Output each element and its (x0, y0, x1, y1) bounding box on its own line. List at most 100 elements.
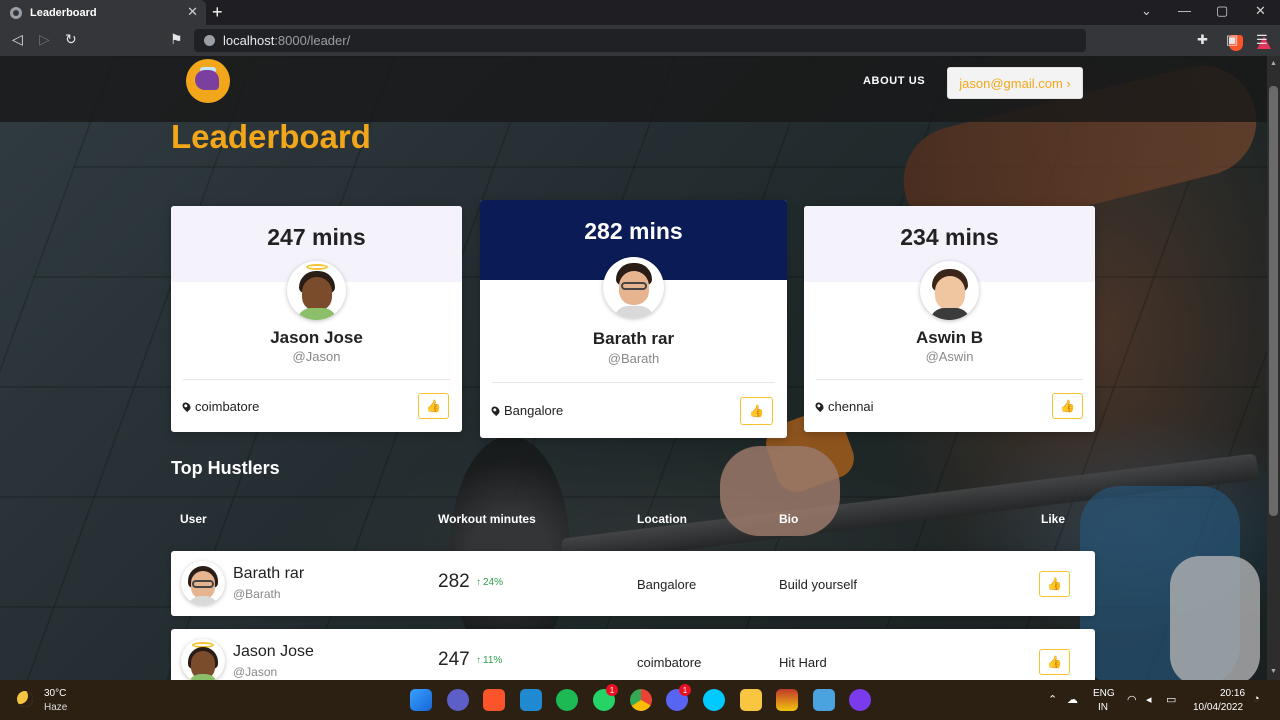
onedrive-icon[interactable]: ☁ (1067, 693, 1078, 706)
trend-up-icon: ↑ (476, 655, 481, 666)
halo-icon (305, 264, 328, 270)
card-name: Barath rar (592, 329, 675, 348)
card-location-label: Bangalore (504, 403, 564, 418)
row-handle: @Jason (233, 665, 278, 679)
language-region[interactable]: IN (1098, 702, 1108, 713)
column-header-user: User (180, 512, 207, 526)
page-viewport: ABOUT US jason@gmail.com › Leaderboard 2… (0, 56, 1267, 680)
site-info-icon[interactable] (204, 35, 215, 46)
vscode-icon[interactable] (520, 689, 542, 711)
github-desktop-icon[interactable] (849, 689, 871, 711)
notepad-icon[interactable] (813, 689, 835, 711)
flexed-arm-icon (195, 70, 219, 90)
spotify-icon[interactable] (556, 689, 578, 711)
like-button[interactable]: 👍 (418, 393, 449, 419)
tab-search-icon[interactable]: ⌄ (1141, 3, 1152, 19)
back-icon[interactable]: ◁ (12, 31, 23, 48)
windows-start-icon[interactable] (410, 689, 432, 711)
glasses-icon (192, 580, 214, 588)
like-button[interactable]: 👍 (1052, 393, 1083, 419)
notifications-icon[interactable]: ◔ (1253, 693, 1260, 705)
avatar-shirt (929, 308, 970, 320)
row-location: Bangalore (637, 577, 697, 592)
language-indicator[interactable]: ENG (1093, 688, 1115, 699)
teams-chat-icon[interactable] (447, 689, 469, 711)
battery-icon[interactable]: ▭ (1166, 693, 1176, 706)
bookmark-icon[interactable]: ⚑ (170, 31, 183, 48)
minimize-button[interactable]: — (1178, 3, 1191, 18)
menu-icon[interactable]: ☰ (1256, 32, 1268, 48)
top-hustlers-heading: Top Hustlers (171, 458, 280, 478)
forward-icon[interactable]: ▷ (39, 31, 50, 48)
address-bar[interactable]: localhost:8000/leader/ (194, 29, 1271, 52)
maximize-button[interactable]: ▢ (1216, 3, 1228, 19)
card-minutes: 234 mins (900, 224, 999, 250)
card-divider (492, 382, 775, 383)
row-minutes: 247 (438, 649, 470, 670)
card-minutes: 282 mins (584, 218, 683, 244)
avatar (181, 639, 225, 680)
about-us-link[interactable]: ABOUT US (863, 75, 925, 87)
chrome-icon[interactable] (630, 689, 652, 711)
table-row: Jason Jose @Jason 247 ↑ 11% coimbatore H… (171, 629, 1095, 680)
browser-tab[interactable]: Leaderboard ✕ (0, 0, 206, 25)
row-trend-value: 11% (483, 655, 503, 666)
scrollbar-thumb[interactable] (1269, 86, 1278, 516)
moon-haze-icon[interactable] (17, 691, 33, 707)
column-header-bio: Bio (779, 512, 799, 526)
column-header-location: Location (637, 512, 687, 526)
thumbs-up-icon: 👍 (749, 404, 764, 418)
wallet-icon[interactable]: ▣ (1226, 32, 1238, 48)
weather-condition[interactable]: Haze (44, 702, 67, 713)
like-button[interactable]: 👍 (1039, 649, 1070, 675)
close-window-button[interactable]: ✕ (1255, 3, 1266, 19)
scroll-down-icon[interactable]: ▼ (1270, 668, 1277, 675)
weather-temperature[interactable]: 30°C (44, 688, 66, 699)
new-tab-button[interactable]: + (212, 2, 223, 23)
row-location: coimbatore (637, 655, 702, 670)
thumbs-up-icon: 👍 (1060, 399, 1075, 413)
user-email-button[interactable]: jason@gmail.com › (947, 67, 1083, 99)
browser-tab-bar: Leaderboard ✕ + ⌄ — ▢ ✕ (0, 0, 1280, 25)
url-host: localhost (223, 33, 275, 48)
like-button[interactable]: 👍 (1039, 571, 1070, 597)
glasses-icon (620, 282, 647, 290)
card-location: Bangalore (489, 403, 564, 418)
podium-card-third: 234 mins Aswin B @Aswin chennai 👍 (804, 206, 1095, 432)
page-scrollbar[interactable]: ▲ ▼ (1267, 56, 1280, 680)
card-handle: @Jason (292, 349, 341, 364)
avatar (181, 561, 225, 605)
scroll-up-icon[interactable]: ▲ (1270, 60, 1277, 67)
tab-close-icon[interactable]: ✕ (187, 4, 198, 20)
row-trend: ↑ 11% (476, 655, 502, 666)
cortana-icon[interactable] (703, 689, 725, 711)
brave-browser-icon[interactable] (483, 689, 505, 711)
row-handle: @Barath (233, 587, 281, 601)
avatar (920, 261, 979, 320)
site-navbar: ABOUT US jason@gmail.com › (0, 56, 1267, 122)
avatar-face (934, 276, 965, 310)
row-name: Barath rar (233, 565, 305, 582)
table-row: Barath rar @Barath 282 ↑ 24% Bangalore B… (171, 551, 1095, 616)
location-pin-icon (180, 400, 193, 413)
clock-time[interactable]: 20:16 (1220, 688, 1245, 699)
volume-icon[interactable]: ◂ (1146, 693, 1152, 706)
podium-card-second: 247 mins Jason Jose @Jason coimbatore 👍 (171, 206, 462, 432)
location-pin-icon (813, 400, 826, 413)
card-handle: @Barath (607, 351, 660, 366)
card-name: Aswin B (915, 328, 984, 347)
like-button[interactable]: 👍 (740, 397, 773, 425)
row-minutes: 282 (438, 571, 470, 592)
thumbs-up-icon: 👍 (426, 399, 441, 413)
tray-chevron-icon[interactable]: ⌃ (1048, 693, 1057, 706)
file-explorer-icon[interactable] (740, 689, 762, 711)
clock-date[interactable]: 10/04/2022 (1193, 702, 1243, 713)
wifi-icon[interactable]: ◠ (1127, 693, 1137, 706)
column-header-like: Like (1041, 512, 1066, 526)
winrar-icon[interactable] (776, 689, 798, 711)
extensions-icon[interactable]: ✚ (1197, 32, 1208, 48)
site-logo[interactable] (186, 59, 230, 103)
avatar-face (301, 277, 332, 311)
reload-icon[interactable]: ↻ (65, 31, 77, 48)
card-location: chennai (813, 399, 874, 414)
